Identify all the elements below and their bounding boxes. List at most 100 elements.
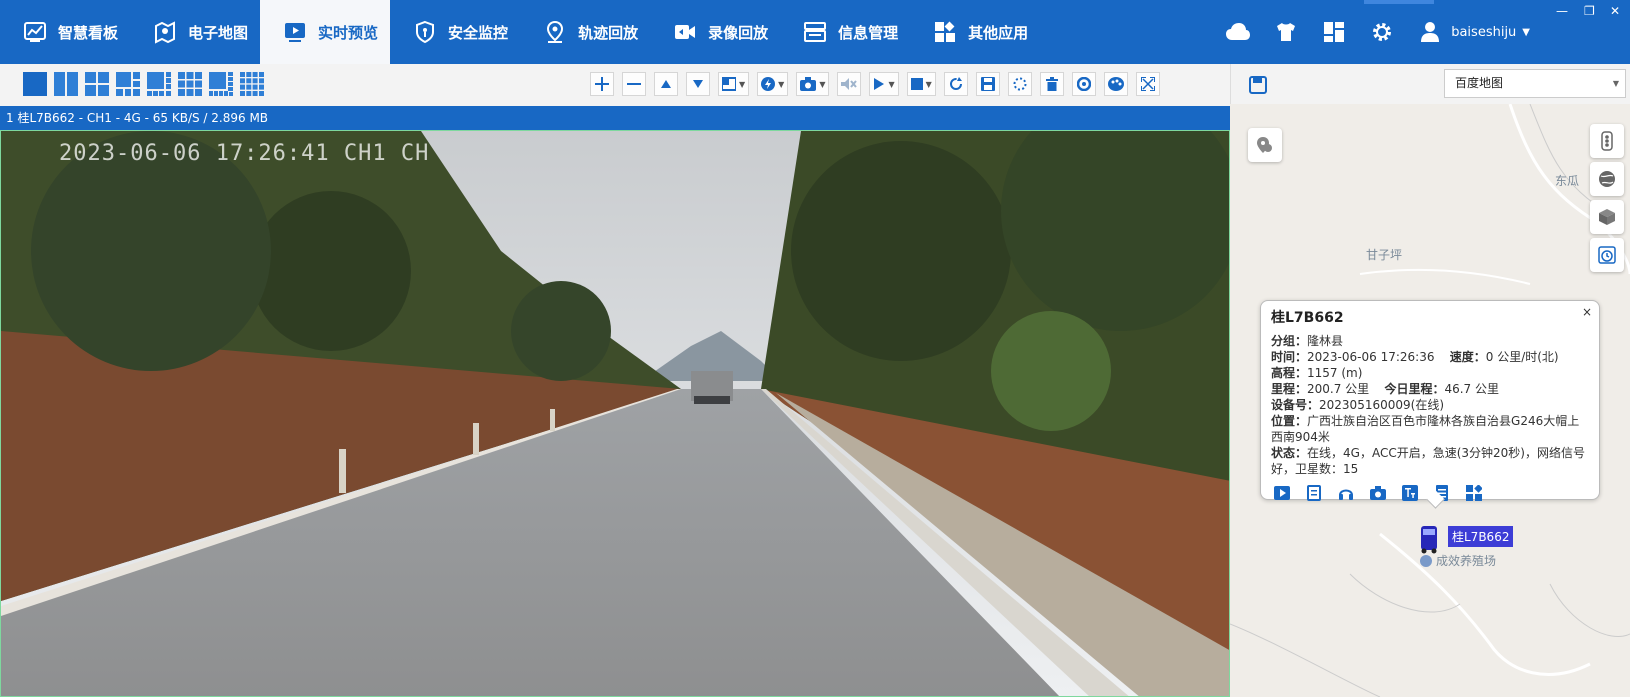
palette-icon xyxy=(1107,77,1124,91)
layout-8-icon[interactable] xyxy=(147,72,171,96)
map-alarm-button[interactable] xyxy=(1590,238,1624,272)
video-timestamp-overlay: 2023-06-06 17:26:41 CH1 CH xyxy=(59,141,430,166)
layout-1-icon[interactable] xyxy=(23,72,47,96)
info-manage-icon xyxy=(802,19,828,45)
spinner-icon xyxy=(1013,77,1027,91)
camera-icon[interactable] xyxy=(1367,483,1389,503)
fullscreen-icon xyxy=(1140,77,1155,91)
stream-type-dropdown[interactable]: ▼ xyxy=(757,72,789,96)
layout-4-icon[interactable] xyxy=(85,72,109,96)
window-layout-dropdown[interactable]: ▼ xyxy=(718,72,750,96)
video-playback-icon xyxy=(672,19,698,45)
alarm-clock-icon xyxy=(1598,246,1616,264)
window-tab-strip xyxy=(1364,0,1434,4)
close-window-button[interactable]: ✕ xyxy=(1610,4,1620,18)
map-satellite-button[interactable] xyxy=(1590,162,1624,196)
map-provider-select[interactable]: 百度地图 ▼ xyxy=(1444,69,1626,98)
popup-group-row: 分组：隆林县 xyxy=(1271,334,1344,348)
top-navigation-bar: 智慧看板 电子地图 实时预览 安全监控 轨迹回放 录像回放 信息管理 其他应用 … xyxy=(0,0,1630,64)
zoom-in-button[interactable] xyxy=(590,72,614,96)
save-button[interactable] xyxy=(975,72,1000,96)
map-place-label: 东瓜 xyxy=(1555,174,1580,188)
username: baiseshiju xyxy=(1451,24,1517,40)
popup-status-row: 状态：在线，4G，ACC开启，急速(3分钟20秒)，网络信号好，卫星数：15 xyxy=(1271,446,1585,476)
map-3d-button[interactable] xyxy=(1590,200,1624,234)
nav-track-playback[interactable]: 轨迹回放 xyxy=(520,0,650,64)
save-icon[interactable] xyxy=(1249,76,1267,94)
aperture-icon xyxy=(1076,77,1091,91)
vehicle-marker-icon[interactable] xyxy=(1418,524,1440,554)
headphones-icon[interactable] xyxy=(1335,483,1357,503)
nav-live-preview[interactable]: 实时预览 xyxy=(260,0,391,64)
play-dropdown[interactable]: ▼ xyxy=(869,72,899,96)
map-locate-button[interactable] xyxy=(1248,128,1282,162)
playlist-icon[interactable] xyxy=(1303,483,1325,503)
snapshot-dropdown[interactable]: ▼ xyxy=(796,72,830,96)
refresh-button[interactable] xyxy=(943,72,968,96)
popup-time-row: 时间：2023-06-06 17:26:36 速度：0 公里/时(北) xyxy=(1271,350,1559,364)
popup-mileage-row: 里程：200.7 公里 今日里程：46.7 公里 xyxy=(1271,382,1500,396)
settings-button[interactable] xyxy=(1071,72,1096,96)
nav-dashboard[interactable]: 智慧看板 xyxy=(0,0,130,64)
map-traffic-button[interactable] xyxy=(1590,124,1624,158)
map-place-label: 甘子坪 xyxy=(1366,248,1403,262)
shirt-icon[interactable] xyxy=(1273,19,1299,45)
location-pin-icon xyxy=(1257,137,1272,153)
nav-label: 智慧看板 xyxy=(58,23,119,42)
mute-button[interactable] xyxy=(837,72,862,96)
video-frame xyxy=(1,131,1229,696)
minimize-button[interactable]: — xyxy=(1556,4,1568,18)
restore-button[interactable]: ❐ xyxy=(1584,4,1595,18)
fullscreen-button[interactable] xyxy=(1135,72,1160,96)
tts-icon[interactable] xyxy=(1399,483,1421,503)
triangle-down-icon xyxy=(693,80,703,88)
nav-label: 录像回放 xyxy=(708,23,769,42)
video-play-icon[interactable] xyxy=(1271,483,1293,503)
stop-icon xyxy=(910,78,923,90)
tilt-down-button[interactable] xyxy=(686,72,710,96)
map-view[interactable]: 东瓜 甘子坪 桂L7B662 × 分组：隆林县 时间：2023-06-06 17… xyxy=(1230,104,1630,697)
loading-button[interactable] xyxy=(1007,72,1032,96)
layout-grid-icon[interactable] xyxy=(1321,19,1347,45)
triangle-up-icon xyxy=(661,80,671,88)
nav-label: 其他应用 xyxy=(968,23,1029,42)
apps-icon[interactable] xyxy=(1463,483,1485,503)
layout-10-icon[interactable] xyxy=(209,72,233,96)
popup-close-button[interactable]: × xyxy=(1582,305,1592,319)
poi-label: 成效养殖场 xyxy=(1436,554,1497,568)
nav-other-apps[interactable]: 其他应用 xyxy=(910,0,1040,64)
nav-info-manage[interactable]: 信息管理 xyxy=(780,0,910,64)
track-icon xyxy=(542,19,568,45)
video-channel-header: 1 桂L7B662 - CH1 - 4G - 65 KB/S / 2.896 M… xyxy=(0,106,1230,130)
dashboard-icon xyxy=(22,19,48,45)
layout-6-icon[interactable] xyxy=(116,72,140,96)
video-player[interactable]: 2023-06-06 17:26:41 CH1 CH xyxy=(0,130,1230,697)
tilt-up-button[interactable] xyxy=(654,72,678,96)
layout-9-icon[interactable] xyxy=(178,72,202,96)
delete-button[interactable] xyxy=(1039,72,1064,96)
user-menu[interactable]: baiseshiju ▼ xyxy=(1419,21,1530,43)
plus-icon xyxy=(595,77,609,91)
nav-emap[interactable]: 电子地图 xyxy=(130,0,260,64)
minus-icon xyxy=(627,83,641,85)
zoom-out-button[interactable] xyxy=(622,72,646,96)
popup-position-row: 位置：广西壮族自治区百色市隆林各族自治县G246大帽上西南904米 xyxy=(1271,414,1580,444)
layout-2-icon[interactable] xyxy=(54,72,78,96)
map-poi[interactable]: 成效养殖场 xyxy=(1420,552,1496,569)
layout-16-icon[interactable] xyxy=(240,72,264,96)
gear-icon[interactable] xyxy=(1369,19,1395,45)
poi-pin-icon xyxy=(1420,554,1432,567)
color-adjust-button[interactable] xyxy=(1103,72,1128,96)
nav-video-playback[interactable]: 录像回放 xyxy=(650,0,780,64)
cube-icon xyxy=(1599,209,1615,225)
map-provider-value: 百度地图 xyxy=(1455,76,1504,90)
nav-safety-monitor[interactable]: 安全监控 xyxy=(390,0,520,64)
play-icon xyxy=(874,78,885,90)
preview-toolbar: ▼ ▼ ▼ ▼ ▼ xyxy=(0,64,1230,106)
main-nav: 智慧看板 电子地图 实时预览 安全监控 轨迹回放 录像回放 信息管理 其他应用 xyxy=(0,0,1040,64)
speaker-mute-icon xyxy=(841,78,858,90)
cloud-icon[interactable] xyxy=(1225,19,1251,45)
stop-dropdown[interactable]: ▼ xyxy=(906,72,936,96)
lightning-icon xyxy=(761,77,776,91)
nav-label: 轨迹回放 xyxy=(578,23,639,42)
